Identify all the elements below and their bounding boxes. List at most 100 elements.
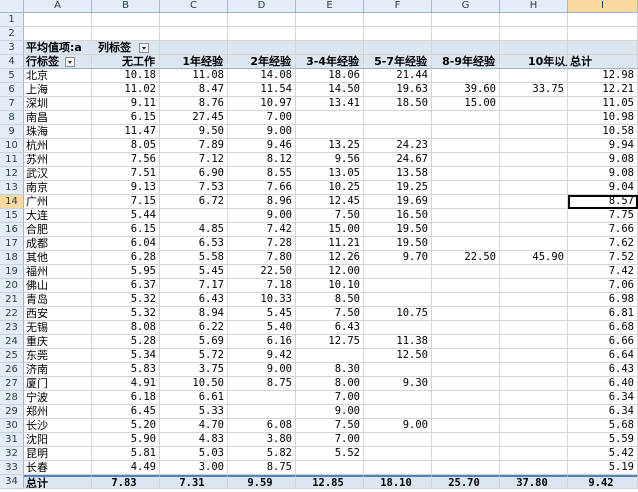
value-cell[interactable]: 6.16: [228, 335, 296, 349]
value-cell[interactable]: 8.50: [296, 293, 364, 307]
value-cell[interactable]: [500, 349, 568, 363]
value-cell[interactable]: 6.81: [568, 307, 638, 321]
value-cell[interactable]: [500, 195, 568, 209]
empty-cell[interactable]: [432, 27, 500, 41]
header-band-cell[interactable]: [228, 41, 296, 55]
value-cell[interactable]: 7.66: [228, 181, 296, 195]
value-cell[interactable]: 21.44: [364, 69, 432, 83]
column-header-f[interactable]: F: [364, 0, 432, 13]
value-cell[interactable]: 6.40: [568, 377, 638, 391]
row-header-19[interactable]: 19: [0, 265, 24, 279]
empty-cell[interactable]: [92, 27, 160, 41]
value-cell[interactable]: 7.80: [228, 251, 296, 265]
row-header-12[interactable]: 12: [0, 167, 24, 181]
row-header-30[interactable]: 30: [0, 419, 24, 433]
value-cell[interactable]: [432, 153, 500, 167]
value-cell[interactable]: 10.97: [228, 97, 296, 111]
value-cell[interactable]: 7.00: [296, 433, 364, 447]
value-cell[interactable]: 5.20: [92, 419, 160, 433]
value-cell[interactable]: 4.70: [160, 419, 228, 433]
value-cell[interactable]: 7.28: [228, 237, 296, 251]
value-cell[interactable]: [500, 321, 568, 335]
value-cell[interactable]: 6.08: [228, 419, 296, 433]
value-cell[interactable]: 7.42: [228, 223, 296, 237]
value-cell[interactable]: 6.15: [92, 223, 160, 237]
header-band-cell[interactable]: [296, 41, 364, 55]
grand-total-value[interactable]: 18.10: [364, 475, 432, 489]
value-cell[interactable]: 12.00: [296, 265, 364, 279]
value-cell[interactable]: 5.40: [228, 321, 296, 335]
value-cell[interactable]: 13.25: [296, 139, 364, 153]
value-cell[interactable]: 4.83: [160, 433, 228, 447]
empty-cell[interactable]: [160, 27, 228, 41]
row-header-33[interactable]: 33: [0, 461, 24, 475]
value-cell[interactable]: 7.66: [568, 223, 638, 237]
value-cell[interactable]: 15.00: [296, 223, 364, 237]
row-city-label[interactable]: 昆明: [24, 447, 92, 461]
value-cell[interactable]: 10.50: [160, 377, 228, 391]
value-cell[interactable]: 7.12: [160, 153, 228, 167]
value-cell[interactable]: 6.98: [568, 293, 638, 307]
value-cell[interactable]: [432, 433, 500, 447]
value-cell[interactable]: 5.68: [568, 419, 638, 433]
value-cell[interactable]: 8.08: [92, 321, 160, 335]
value-cell[interactable]: [432, 111, 500, 125]
value-cell[interactable]: 6.68: [568, 321, 638, 335]
value-cell[interactable]: 6.04: [92, 237, 160, 251]
column-header-label[interactable]: 5-7年经验: [364, 55, 432, 69]
value-cell[interactable]: 9.42: [228, 349, 296, 363]
row-header-14[interactable]: 14: [0, 195, 24, 209]
value-cell[interactable]: 22.50: [432, 251, 500, 265]
value-cell[interactable]: [364, 363, 432, 377]
row-header-23[interactable]: 23: [0, 321, 24, 335]
value-cell[interactable]: 5.44: [92, 209, 160, 223]
value-cell[interactable]: [500, 237, 568, 251]
header-band-cell[interactable]: [568, 41, 638, 55]
row-city-label[interactable]: 青岛: [24, 293, 92, 307]
value-cell[interactable]: 9.00: [228, 209, 296, 223]
value-cell[interactable]: [432, 279, 500, 293]
value-cell[interactable]: [432, 223, 500, 237]
value-cell[interactable]: [500, 111, 568, 125]
value-cell[interactable]: 19.25: [364, 181, 432, 195]
value-cell[interactable]: 7.15: [92, 195, 160, 209]
value-cell[interactable]: 6.90: [160, 167, 228, 181]
value-cell[interactable]: 6.34: [568, 405, 638, 419]
value-cell[interactable]: 11.47: [92, 125, 160, 139]
value-cell[interactable]: [432, 419, 500, 433]
value-cell[interactable]: [432, 139, 500, 153]
empty-cell[interactable]: [364, 27, 432, 41]
value-cell[interactable]: 9.00: [364, 419, 432, 433]
value-cell[interactable]: 18.06: [296, 69, 364, 83]
value-cell[interactable]: [432, 293, 500, 307]
column-header-label[interactable]: 1年经验: [160, 55, 228, 69]
value-cell[interactable]: 6.72: [160, 195, 228, 209]
value-cell[interactable]: 5.45: [160, 265, 228, 279]
value-cell[interactable]: [364, 405, 432, 419]
value-cell[interactable]: 12.75: [296, 335, 364, 349]
row-city-label[interactable]: 济南: [24, 363, 92, 377]
column-header-a[interactable]: A: [24, 0, 92, 13]
row-city-label[interactable]: 深圳: [24, 97, 92, 111]
value-cell[interactable]: [364, 447, 432, 461]
value-cell[interactable]: 7.50: [296, 307, 364, 321]
value-cell[interactable]: 11.54: [228, 83, 296, 97]
value-cell[interactable]: [160, 209, 228, 223]
empty-cell[interactable]: [24, 13, 92, 27]
grand-total-value[interactable]: 37.80: [500, 475, 568, 489]
value-cell[interactable]: 8.05: [92, 139, 160, 153]
header-band-cell[interactable]: [160, 41, 228, 55]
row-header-15[interactable]: 15: [0, 209, 24, 223]
value-cell[interactable]: [432, 391, 500, 405]
row-city-label[interactable]: 杭州: [24, 139, 92, 153]
header-band-cell[interactable]: [432, 41, 500, 55]
value-cell[interactable]: 22.50: [228, 265, 296, 279]
grand-total-value[interactable]: 7.83: [92, 475, 160, 489]
column-header-b[interactable]: B: [92, 0, 160, 13]
value-cell[interactable]: 6.15: [92, 111, 160, 125]
value-cell[interactable]: 16.50: [364, 209, 432, 223]
empty-cell[interactable]: [568, 13, 638, 27]
column-header-g[interactable]: G: [432, 0, 500, 13]
value-cell[interactable]: 10.58: [568, 125, 638, 139]
value-cell[interactable]: 6.22: [160, 321, 228, 335]
